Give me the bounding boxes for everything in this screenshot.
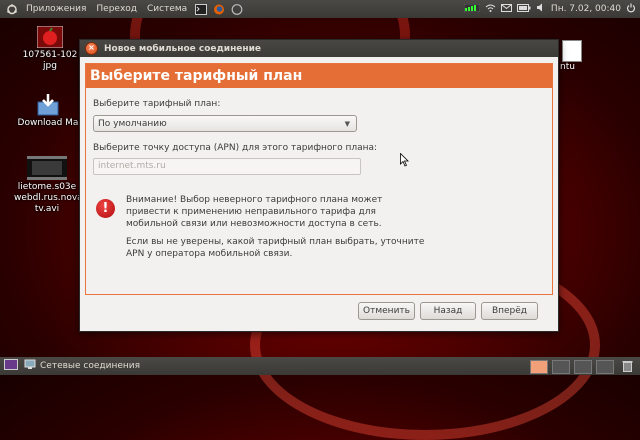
help-icon[interactable] — [231, 3, 243, 15]
workspace-2[interactable] — [552, 360, 570, 374]
apn-field-value: internet.mts.ru — [98, 161, 166, 171]
desktop-icon-label: 107561-102 jpg — [22, 50, 78, 71]
top-right-indicators: Пн. 7.02, 00:40 — [463, 0, 636, 18]
menu-system[interactable]: Система — [142, 4, 192, 14]
apn-field[interactable]: internet.mts.ru — [93, 158, 361, 175]
plan-label: Выберите тарифный план: — [93, 99, 221, 109]
plan-select-value: По умолчанию — [98, 119, 167, 129]
mouse-cursor-icon — [400, 153, 409, 167]
error-icon: ! — [96, 199, 115, 218]
back-button[interactable]: Назад — [420, 302, 476, 320]
power-icon[interactable] — [626, 3, 636, 16]
image-thumbnail-icon — [37, 26, 63, 48]
document-icon[interactable] — [562, 40, 582, 62]
taskbar-item-label: Сетевые соединения — [40, 361, 141, 371]
show-desktop-icon[interactable] — [4, 359, 18, 373]
terminal-icon[interactable] — [195, 3, 208, 15]
mobile-connection-dialog: × Новое мобильное соединение Выберите та… — [79, 39, 559, 332]
cancel-button[interactable]: Отменить — [358, 302, 415, 320]
desktop-icon-label: Download Ma — [17, 118, 79, 128]
wizard-page: Выберите тарифный план Выберите тарифный… — [85, 63, 553, 295]
network-icon[interactable] — [463, 3, 481, 15]
clock[interactable]: Пн. 7.02, 00:40 — [551, 4, 621, 14]
taskbar-item-network-connections[interactable]: Сетевые соединения — [18, 359, 146, 373]
desktop-icon-download[interactable]: Download Ma — [16, 94, 80, 129]
wifi-icon[interactable] — [485, 3, 496, 16]
dialog-titlebar[interactable]: × Новое мобильное соединение — [80, 40, 558, 57]
network-connections-icon — [24, 359, 36, 373]
desktop-icon-label: ntu — [560, 62, 575, 72]
dialog-title: Новое мобильное соединение — [104, 43, 262, 54]
mail-icon[interactable] — [500, 3, 512, 15]
workspace-4[interactable] — [596, 360, 614, 374]
menu-applications[interactable]: Приложения — [21, 4, 91, 14]
menu-places[interactable]: Переход — [91, 4, 142, 14]
battery-icon[interactable] — [516, 3, 531, 15]
page-header: Выберите тарифный план — [86, 64, 552, 88]
video-thumbnail-icon — [27, 156, 67, 180]
forward-button[interactable]: Вперёд — [481, 302, 538, 320]
workspace-3[interactable] — [574, 360, 592, 374]
plan-select[interactable]: По умолчанию ▼ — [93, 115, 357, 132]
warning-text: Внимание! Выбор неверного тарифного план… — [126, 195, 383, 229]
download-folder-icon — [37, 94, 59, 116]
desktop-icon-label: lietome.s03e webdl.rus.nova tv.avi — [14, 182, 83, 214]
firefox-icon[interactable] — [213, 4, 225, 15]
close-icon[interactable]: × — [85, 42, 98, 55]
trash-icon[interactable] — [622, 360, 633, 375]
volume-icon[interactable] — [536, 3, 546, 15]
workspace-1[interactable] — [530, 360, 548, 374]
apn-label: Выберите точку доступа (APN) для этого т… — [93, 143, 378, 153]
desktop-icon-image[interactable]: 107561-102 jpg — [22, 26, 78, 72]
bottom-panel: Сетевые соединения — [0, 357, 640, 375]
warning-hint-text: Если вы не уверены, какой тарифный план … — [126, 237, 425, 259]
top-panel: Приложения Переход Система Пн. 7.02, 00:… — [0, 0, 640, 18]
desktop-icon-video[interactable]: lietome.s03e webdl.rus.nova tv.avi — [14, 156, 83, 215]
ubuntu-logo-icon[interactable] — [6, 3, 18, 15]
chevron-down-icon: ▼ — [344, 120, 350, 128]
